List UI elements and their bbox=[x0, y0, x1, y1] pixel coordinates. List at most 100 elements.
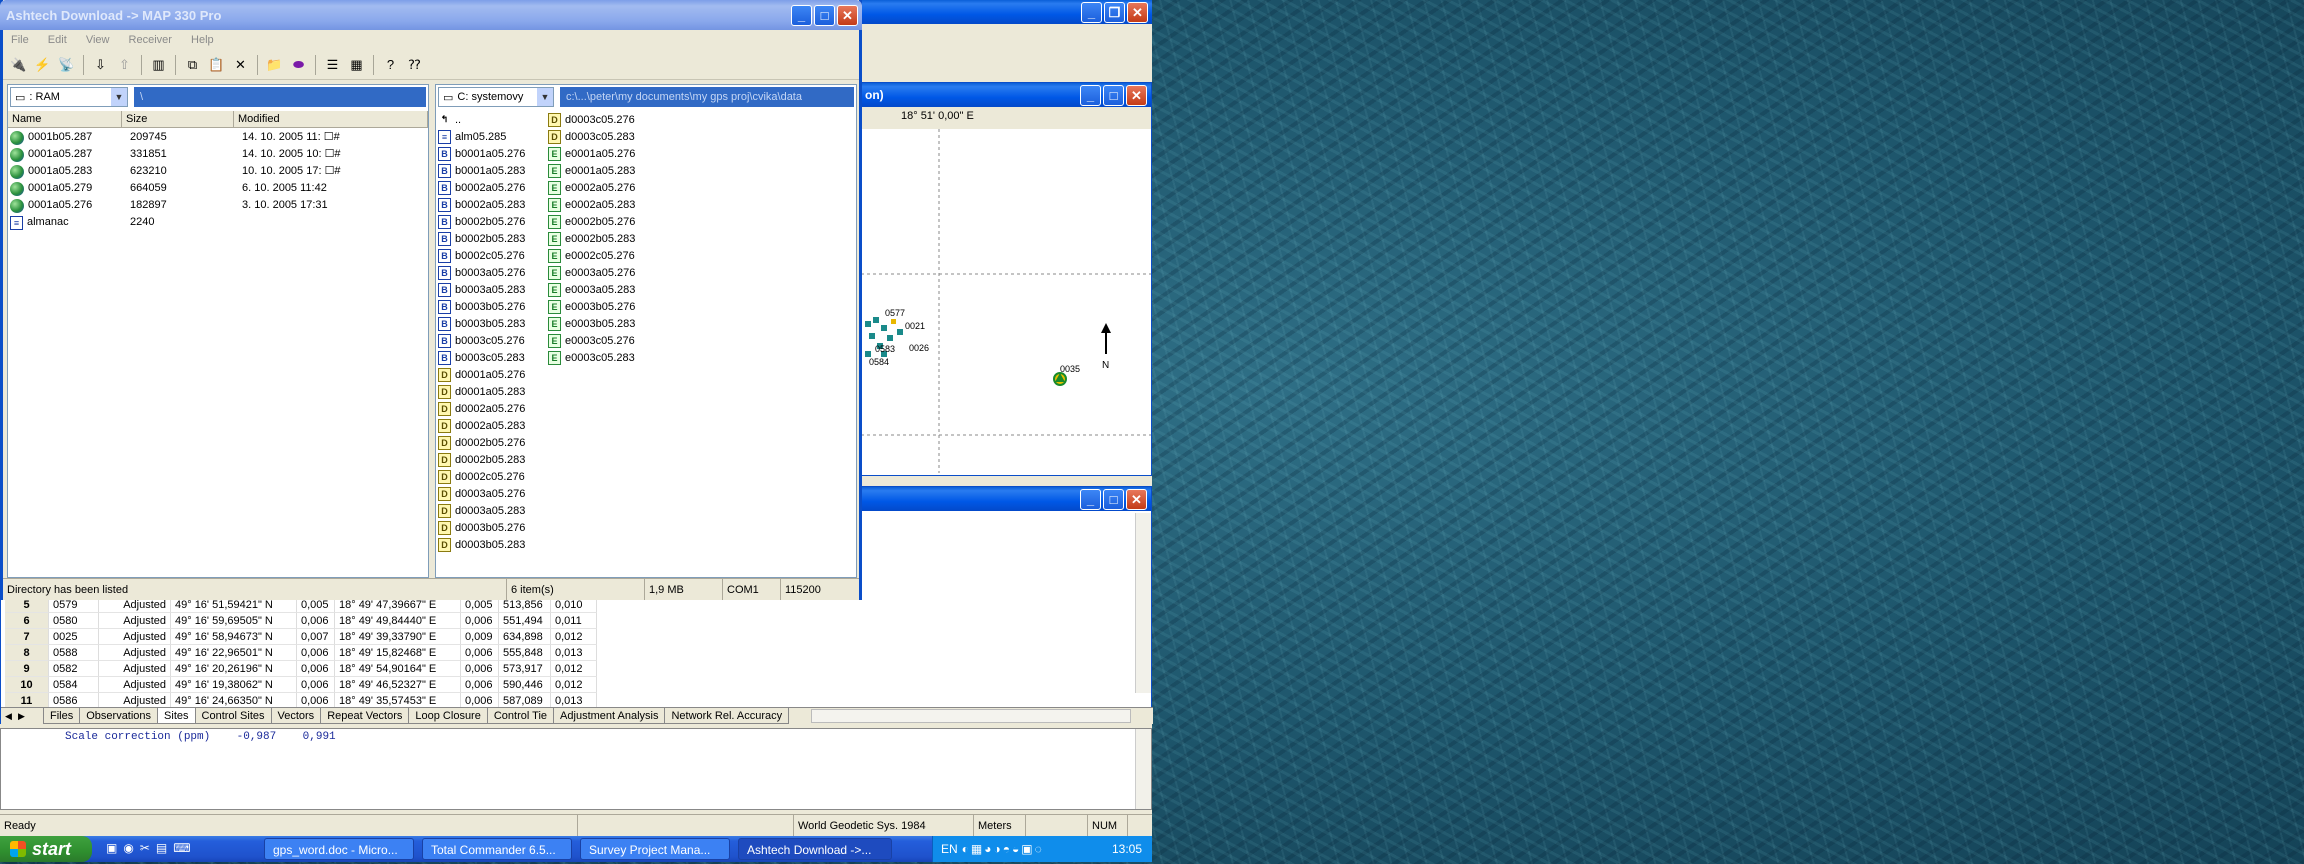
receiver-file-row[interactable]: 0001b05.287 209745 14. 10. 2005 11: ☐# bbox=[8, 129, 428, 146]
map-close-button[interactable]: ✕ bbox=[1126, 84, 1147, 106]
table-row[interactable]: 9 0582 Adjusted 49° 16' 20,26196" N 0,006 18°… bbox=[5, 661, 785, 677]
menu-edit[interactable]: Edit bbox=[40, 30, 75, 50]
task-word[interactable]: gps_word.doc - Micro... bbox=[264, 838, 414, 860]
pc-file-item[interactable]: Ee0003b05.283 bbox=[548, 315, 658, 332]
receiver-file-row[interactable]: ≡ almanac 2240 bbox=[8, 214, 428, 231]
tab-scroll-left-icon[interactable]: ◀ bbox=[5, 708, 18, 724]
tab-control-sites[interactable]: Control Sites bbox=[194, 708, 272, 724]
receiver-file-row[interactable]: 0001a05.276 182897 3. 10. 2005 17:31 bbox=[8, 197, 428, 214]
pc-file-item[interactable]: Bb0003b05.276 bbox=[438, 298, 548, 315]
pc-file-item[interactable]: Dd0001a05.276 bbox=[438, 366, 548, 383]
tab-files[interactable]: Files bbox=[43, 708, 81, 724]
col-size[interactable]: Size bbox=[122, 111, 234, 127]
download-minimize-button[interactable]: _ bbox=[791, 4, 812, 26]
project-icon[interactable]: ⬬ bbox=[287, 53, 310, 76]
tab-sites[interactable]: Sites bbox=[157, 708, 196, 724]
files-icon[interactable]: ▥ bbox=[147, 53, 170, 76]
list-view-icon[interactable]: ☰ bbox=[321, 53, 344, 76]
pc-file-item[interactable]: Ee0003c05.283 bbox=[548, 349, 658, 366]
pc-file-item[interactable]: Bb0002a05.283 bbox=[438, 196, 548, 213]
help-icon[interactable]: ? bbox=[379, 53, 402, 76]
task-total-commander[interactable]: Total Commander 6.5... bbox=[422, 838, 572, 860]
menu-view[interactable]: View bbox=[78, 30, 118, 50]
tab-vectors[interactable]: Vectors bbox=[270, 708, 322, 724]
menu-receiver[interactable]: Receiver bbox=[121, 30, 180, 50]
language-indicator[interactable]: EN bbox=[941, 842, 958, 856]
pc-file-item[interactable]: Ee0003a05.283 bbox=[548, 281, 658, 298]
delete-icon[interactable]: ✕ bbox=[229, 53, 252, 76]
control-point-0035[interactable] bbox=[1053, 372, 1067, 386]
pc-file-item[interactable]: Ee0003b05.276 bbox=[548, 298, 658, 315]
tab-observations[interactable]: Observations bbox=[79, 708, 159, 724]
pc-file-item[interactable]: Ee0002a05.283 bbox=[548, 196, 658, 213]
tab-adjustment-analysis[interactable]: Adjustment Analysis bbox=[553, 708, 666, 724]
tab-network-rel-accuracy[interactable]: Network Rel. Accuracy bbox=[664, 708, 790, 724]
map-minimize-button[interactable]: _ bbox=[1080, 84, 1101, 106]
col-modified[interactable]: Modified bbox=[234, 111, 428, 127]
table-row[interactable]: 8 0588 Adjusted 49° 16' 22,96501" N 0,006 18°… bbox=[5, 645, 785, 661]
app-icon[interactable]: ▤ bbox=[156, 841, 167, 855]
pc-file-item[interactable]: Bb0003b05.283 bbox=[438, 315, 548, 332]
sites-vertical-scrollbar[interactable] bbox=[1135, 513, 1151, 693]
pc-file-item[interactable]: ↰.. bbox=[438, 111, 548, 128]
task-survey-project[interactable]: Survey Project Mana... bbox=[580, 838, 730, 860]
tab-loop-closure[interactable]: Loop Closure bbox=[408, 708, 488, 724]
table-row[interactable]: 7 0025 Adjusted 49° 16' 58,94673" N 0,007 18°… bbox=[5, 629, 785, 645]
pc-file-item[interactable]: Bb0003c05.283 bbox=[438, 349, 548, 366]
disconnect-icon[interactable]: ⚡ bbox=[31, 53, 54, 76]
tab-control-tie[interactable]: Control Tie bbox=[486, 708, 555, 724]
pc-file-item[interactable]: Ee0003a05.276 bbox=[548, 264, 658, 281]
pc-file-item[interactable]: Dd0003a05.283 bbox=[438, 502, 548, 519]
sites-minimize-button[interactable]: _ bbox=[1080, 488, 1101, 510]
pc-file-item[interactable]: Ee0003c05.276 bbox=[548, 332, 658, 349]
pc-file-item[interactable]: Ee0001a05.276 bbox=[548, 145, 658, 162]
pc-file-item[interactable]: Bb0003c05.276 bbox=[438, 332, 548, 349]
tool-icon[interactable]: ✂ bbox=[140, 841, 150, 855]
pc-file-item[interactable]: ≡ alm05.285 bbox=[438, 128, 548, 145]
desktop-icon[interactable]: ▣ bbox=[106, 841, 117, 855]
details-view-icon[interactable]: ▦ bbox=[345, 53, 368, 76]
pc-file-item[interactable]: Dd0001a05.283 bbox=[438, 383, 548, 400]
pc-file-item[interactable]: Dd0003b05.276 bbox=[438, 519, 548, 536]
pc-drive-select[interactable]: ▭ C: systemovy ▼ bbox=[438, 87, 554, 107]
pc-file-item[interactable]: Dd0002c05.276 bbox=[438, 468, 548, 485]
horizontal-scrollbar[interactable] bbox=[811, 709, 1131, 723]
copy-icon[interactable]: ⧉ bbox=[181, 53, 204, 76]
pc-file-item[interactable]: Dd0002b05.276 bbox=[438, 434, 548, 451]
keyboard-icon[interactable]: ⌨ bbox=[173, 841, 190, 855]
receiver-icon[interactable]: 📡 bbox=[55, 53, 78, 76]
paste-icon[interactable]: 📋 bbox=[205, 53, 228, 76]
pc-file-item[interactable]: Dd0002a05.276 bbox=[438, 400, 548, 417]
table-row[interactable]: 10 0584 Adjusted 49° 16' 19,38062" N 0,006 18… bbox=[5, 677, 785, 693]
receiver-file-row[interactable]: 0001a05.279 664059 6. 10. 2005 11:42 bbox=[8, 180, 428, 197]
minimize-button[interactable]: _ bbox=[1081, 1, 1102, 23]
pc-file-item[interactable]: Bb0002c05.276 bbox=[438, 247, 548, 264]
pc-file-item[interactable]: Bb0002b05.283 bbox=[438, 230, 548, 247]
pc-file-item[interactable]: Bb0003a05.283 bbox=[438, 281, 548, 298]
connect-icon[interactable]: 🔌 bbox=[7, 53, 30, 76]
pc-file-item[interactable]: Bb0001a05.283 bbox=[438, 162, 548, 179]
pc-file-item[interactable]: Dd0003c05.283 bbox=[548, 128, 658, 145]
pc-file-item[interactable]: Ee0001a05.283 bbox=[548, 162, 658, 179]
receiver-file-row[interactable]: 0001a05.283 623210 10. 10. 2005 17: ☐# bbox=[8, 163, 428, 180]
upload-icon[interactable]: ⇧ bbox=[113, 53, 136, 76]
restore-button[interactable]: ❐ bbox=[1104, 1, 1125, 23]
tab-scroll-right-icon[interactable]: ▶ bbox=[18, 708, 31, 724]
download-title-bar[interactable]: Ashtech Download -> MAP 330 Pro _ □ ✕ bbox=[0, 0, 862, 30]
pc-file-item[interactable]: Ee0002c05.276 bbox=[548, 247, 658, 264]
pc-file-item[interactable]: Ee0002a05.276 bbox=[548, 179, 658, 196]
pc-file-item[interactable]: Bb0002a05.276 bbox=[438, 179, 548, 196]
menu-file[interactable]: File bbox=[3, 30, 37, 50]
map-maximize-button[interactable]: □ bbox=[1103, 84, 1124, 106]
pc-file-item[interactable]: Dd0003a05.276 bbox=[438, 485, 548, 502]
receiver-drive-select[interactable]: ▭ : RAM ▼ bbox=[10, 87, 128, 107]
firefox-icon[interactable]: ◉ bbox=[123, 841, 133, 855]
folder-icon[interactable]: 📁 bbox=[263, 53, 286, 76]
start-button[interactable]: start bbox=[0, 836, 92, 862]
pc-file-item[interactable]: Dd0002a05.283 bbox=[438, 417, 548, 434]
sites-close-button[interactable]: ✕ bbox=[1126, 488, 1147, 510]
pc-file-item[interactable]: Bb0003a05.276 bbox=[438, 264, 548, 281]
sites-maximize-button[interactable]: □ bbox=[1103, 488, 1124, 510]
menu-help[interactable]: Help bbox=[183, 30, 222, 50]
output-scrollbar[interactable] bbox=[1135, 729, 1151, 809]
